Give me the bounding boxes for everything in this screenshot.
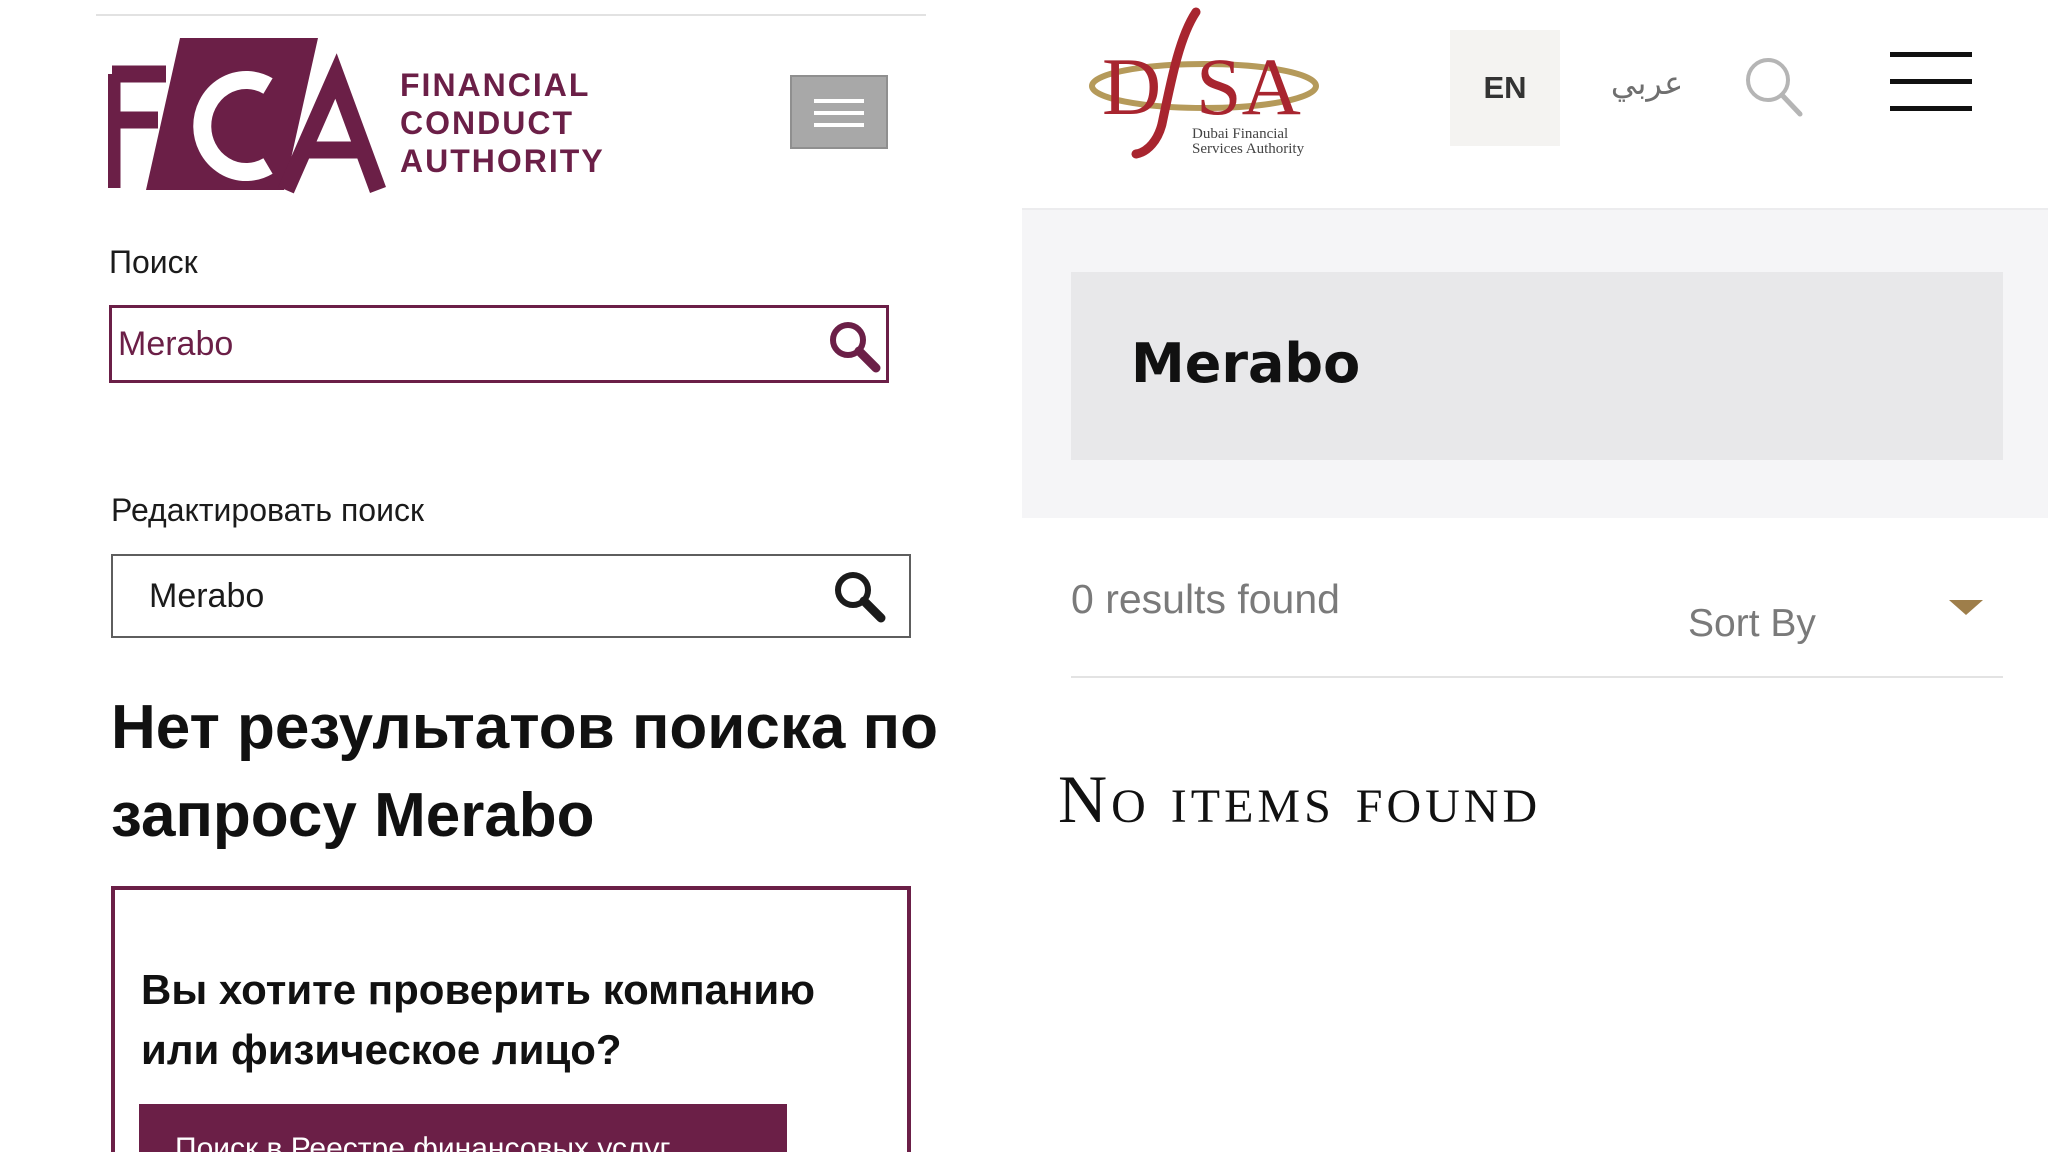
no-items-message: No items found: [1058, 761, 1542, 837]
dfsa-logo[interactable]: D SA Dubai Financial Services Authority: [1084, 6, 1328, 162]
edit-search-input[interactable]: [147, 556, 819, 636]
search-label: Поиск: [109, 244, 198, 280]
register-prompt-box: Вы хотите проверить компанию или физичес…: [111, 886, 911, 1152]
logo-mark-sa: SA: [1196, 41, 1301, 132]
logo-line-1: Dubai Financial: [1192, 126, 1288, 142]
logo-line-authority: AUTHORITY: [400, 143, 604, 179]
logo-line-financial: FINANCIAL: [400, 67, 590, 103]
dfsa-panel: D SA Dubai Financial Services Authority …: [1022, 0, 2048, 1152]
fca-panel: FINANCIAL CONDUCT AUTHORITY Поиск Редакт…: [0, 0, 1010, 1152]
title-box: Merabo: [1071, 272, 2003, 460]
fca-logo[interactable]: FINANCIAL CONDUCT AUTHORITY: [108, 38, 604, 194]
edit-search-label: Редактировать поиск: [111, 492, 424, 528]
menu-bar: [1890, 106, 1972, 111]
logo-line-conduct: CONDUCT: [400, 105, 574, 141]
menu-icon-bar: [814, 123, 864, 127]
menu-icon-bar: [814, 99, 864, 103]
menu-icon-bar: [814, 111, 864, 115]
search-input[interactable]: [116, 308, 796, 380]
search-box: [109, 305, 889, 383]
sort-by-dropdown[interactable]: Sort By: [1688, 602, 1816, 646]
logo-mark-d: D: [1102, 41, 1161, 132]
no-results-query: Merabo: [374, 781, 595, 850]
top-divider: [96, 14, 926, 16]
search-icon[interactable]: [824, 316, 884, 376]
no-results-heading: Нет результатов поиска по запросу Merabo: [111, 684, 971, 860]
menu-bar: [1890, 79, 1972, 84]
results-divider: [1071, 676, 2003, 678]
search-icon[interactable]: [829, 566, 889, 626]
caret-down-icon[interactable]: [1949, 600, 1983, 615]
menu-bar: [1890, 52, 1972, 57]
menu-button[interactable]: [790, 75, 888, 149]
page-title: Merabo: [1131, 332, 1361, 395]
results-count: 0 results found: [1071, 576, 1340, 622]
title-band: Merabo: [1022, 210, 2048, 518]
hamburger-menu-icon[interactable]: [1890, 52, 1972, 112]
check-prompt-text: Вы хотите проверить компанию или физичес…: [141, 966, 816, 1073]
lang-ar-button[interactable]: عربي: [1592, 64, 1702, 102]
search-icon[interactable]: [1744, 56, 1804, 118]
register-search-button[interactable]: Поиск в Реестре финансовых услуг: [139, 1104, 787, 1152]
lang-en-button[interactable]: EN: [1450, 30, 1560, 146]
logo-line-2: Services Authority: [1192, 141, 1305, 157]
edit-search-box: [111, 554, 911, 638]
